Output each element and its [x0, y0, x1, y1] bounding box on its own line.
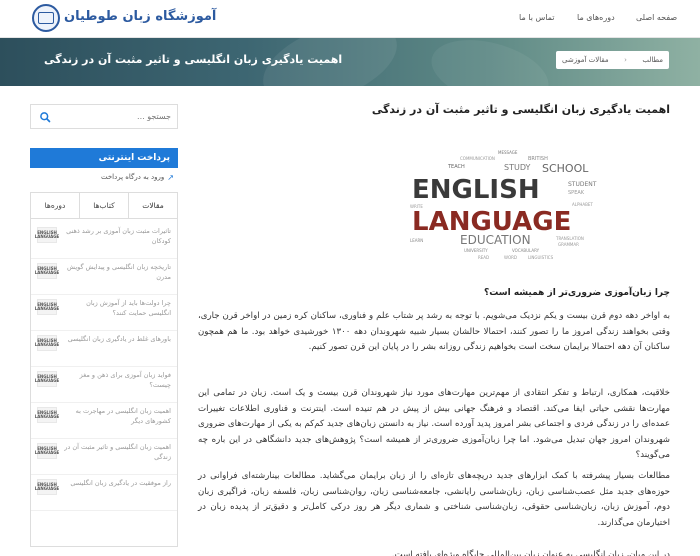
article-paragraph: خلاقیت، همکاری، ارتباط و تفکر انتقادی از…: [198, 388, 670, 460]
list-item[interactable]: ENGLISH LANGUAGE اهمیت زبان انگلیسی و تا…: [31, 439, 177, 475]
post-thumbnail[interactable]: ENGLISH LANGUAGE: [35, 227, 59, 243]
search-button[interactable]: [31, 105, 59, 128]
nav-contact-link[interactable]: تماس با ما: [519, 13, 555, 22]
post-thumbnail[interactable]: ENGLISH LANGUAGE: [35, 479, 59, 495]
cloud-word: LEARN: [410, 238, 423, 243]
breadcrumb: مطالب ‹ مقالات آموزشی: [556, 51, 669, 69]
post-thumbnail[interactable]: ENGLISH LANGUAGE: [35, 335, 59, 351]
search-icon: [40, 111, 51, 122]
top-navbar: آموزشگاه زبان طوطیان صفحه اصلی دوره‌های …: [0, 0, 700, 38]
cloud-word: READ: [478, 255, 489, 260]
post-thumbnail[interactable]: ENGLISH LANGUAGE: [35, 371, 59, 387]
list-item[interactable]: ENGLISH LANGUAGE راز موفقیت در یادگیری ز…: [31, 475, 177, 511]
article-paragraph: در این میان، زبان انگلیسی به عنوان زبان …: [391, 550, 670, 556]
cloud-word: UNIVERSITY: [464, 248, 488, 253]
list-item[interactable]: ENGLISH LANGUAGE فواید زبان آموزی برای ذ…: [31, 367, 177, 403]
cloud-word: STUDY: [504, 163, 531, 172]
sidebar-search: [30, 104, 178, 129]
cloud-word: TEACH: [447, 164, 465, 170]
cloud-word: STUDENT: [568, 181, 597, 188]
payment-gateway-link[interactable]: ↗ ورود به درگاه پرداخت: [30, 170, 178, 184]
post-thumbnail[interactable]: ENGLISH LANGUAGE: [35, 443, 59, 459]
english-language-word-cloud-image: MESSAGE COMMUNICATION BRITISH TEACH STUD…: [410, 150, 597, 260]
search-input[interactable]: [61, 105, 177, 128]
post-title[interactable]: تاثیرات مثبت زبان آموزی بر رشد ذهنی کودک…: [63, 226, 171, 246]
cloud-word: LINGUISTICS: [528, 255, 554, 260]
post-title[interactable]: اهمیت زبان انگلیسی در مهاجرت به کشورهای …: [63, 406, 171, 426]
cloud-word: VOCABULARY: [512, 248, 540, 253]
sidebar-tabs-panel: مقالات کتاب‌ها دوره‌ها ENGLISH LANGUAGE …: [30, 192, 178, 547]
tab-books[interactable]: کتاب‌ها: [79, 193, 128, 218]
logo-emblem-icon[interactable]: [32, 4, 60, 32]
list-item[interactable]: ENGLISH LANGUAGE چرا دولت‌ها باید از آمو…: [31, 295, 177, 331]
breadcrumb-item-posts[interactable]: مطالب: [642, 56, 663, 64]
article-paragraph: به اواخر دهه دوم قرن بیست و یکم نزدیک می…: [198, 311, 670, 352]
tab-courses[interactable]: دوره‌ها: [31, 193, 79, 218]
cloud-word-main: EDUCATION: [460, 233, 531, 247]
post-thumbnail[interactable]: ENGLISH LANGUAGE: [35, 263, 59, 279]
article-paragraph: مطالعات بسیار پیشرفته با کمک ابزارهای جد…: [198, 471, 670, 528]
post-title[interactable]: تاریخچه زبان انگلیسی و پیدایش گویش مدرن: [63, 262, 171, 282]
cloud-word: TRANSLATION: [555, 236, 584, 241]
cloud-word: GRAMMAR: [558, 242, 579, 247]
post-title[interactable]: فواید زبان آموزی برای ذهن و مغز چیست؟: [63, 370, 171, 390]
cloud-word: COMMUNICATION: [460, 156, 495, 161]
nav-home-link[interactable]: صفحه اصلی: [636, 13, 677, 22]
article-title: اهمیت یادگیری زبان انگلیسی و تاثیر مثبت …: [371, 103, 670, 116]
banner-title: اهمیت یادگیری زبان انگلیسی و تاثیر مثبت …: [44, 53, 343, 66]
breadcrumb-item-articles[interactable]: مقالات آموزشی: [562, 56, 609, 64]
payment-title: پرداخت اینترنتی: [98, 153, 170, 163]
external-link-icon: ↗: [167, 172, 174, 182]
nav-courses-link[interactable]: دوره‌های ما: [577, 13, 615, 22]
site-logo-text[interactable]: آموزشگاه زبان طوطیان: [64, 9, 216, 24]
sidebar-post-list: ENGLISH LANGUAGE تاثیرات مثبت زبان آموزی…: [31, 223, 177, 511]
tab-articles[interactable]: مقالات: [128, 193, 177, 218]
post-thumbnail[interactable]: ENGLISH LANGUAGE: [35, 407, 59, 423]
cloud-word-main: ENGLISH: [412, 175, 540, 205]
post-title[interactable]: چرا دولت‌ها باید از آموزش زبان انگلیسی ح…: [63, 298, 171, 318]
breadcrumb-separator-icon: ‹: [624, 56, 627, 64]
post-thumbnail[interactable]: ENGLISH LANGUAGE: [35, 299, 59, 315]
list-item[interactable]: ENGLISH LANGUAGE تاریخچه زبان انگلیسی و …: [31, 259, 177, 295]
post-title[interactable]: اهمیت زبان انگلیسی و تاثیر مثبت آن در زن…: [63, 442, 171, 462]
list-item[interactable]: ENGLISH LANGUAGE اهمیت زبان انگلیسی در م…: [31, 403, 177, 439]
post-title[interactable]: راز موفقیت در یادگیری زبان انگلیسی: [63, 478, 171, 488]
payment-box: پرداخت اینترنتی: [30, 148, 178, 168]
list-item[interactable]: ENGLISH LANGUAGE تاثیرات مثبت زبان آموزی…: [31, 223, 177, 259]
cloud-word: MESSAGE: [498, 150, 518, 155]
sidebar-tabs: مقالات کتاب‌ها دوره‌ها: [31, 193, 177, 219]
cloud-word: ALPHABET: [572, 202, 593, 207]
cloud-word: SPEAK: [568, 190, 585, 196]
section-heading: چرا زبان‌آموزی ضروری‌تر از همیشه است؟: [484, 288, 670, 298]
cloud-word: SCHOOL: [542, 162, 589, 175]
cloud-word: WORD: [504, 255, 517, 260]
post-title[interactable]: باورهای غلط در یادگیری زبان انگلیسی: [63, 334, 171, 344]
payment-gateway-label: ورود به درگاه پرداخت: [100, 173, 165, 181]
list-item[interactable]: ENGLISH LANGUAGE باورهای غلط در یادگیری …: [31, 331, 177, 367]
